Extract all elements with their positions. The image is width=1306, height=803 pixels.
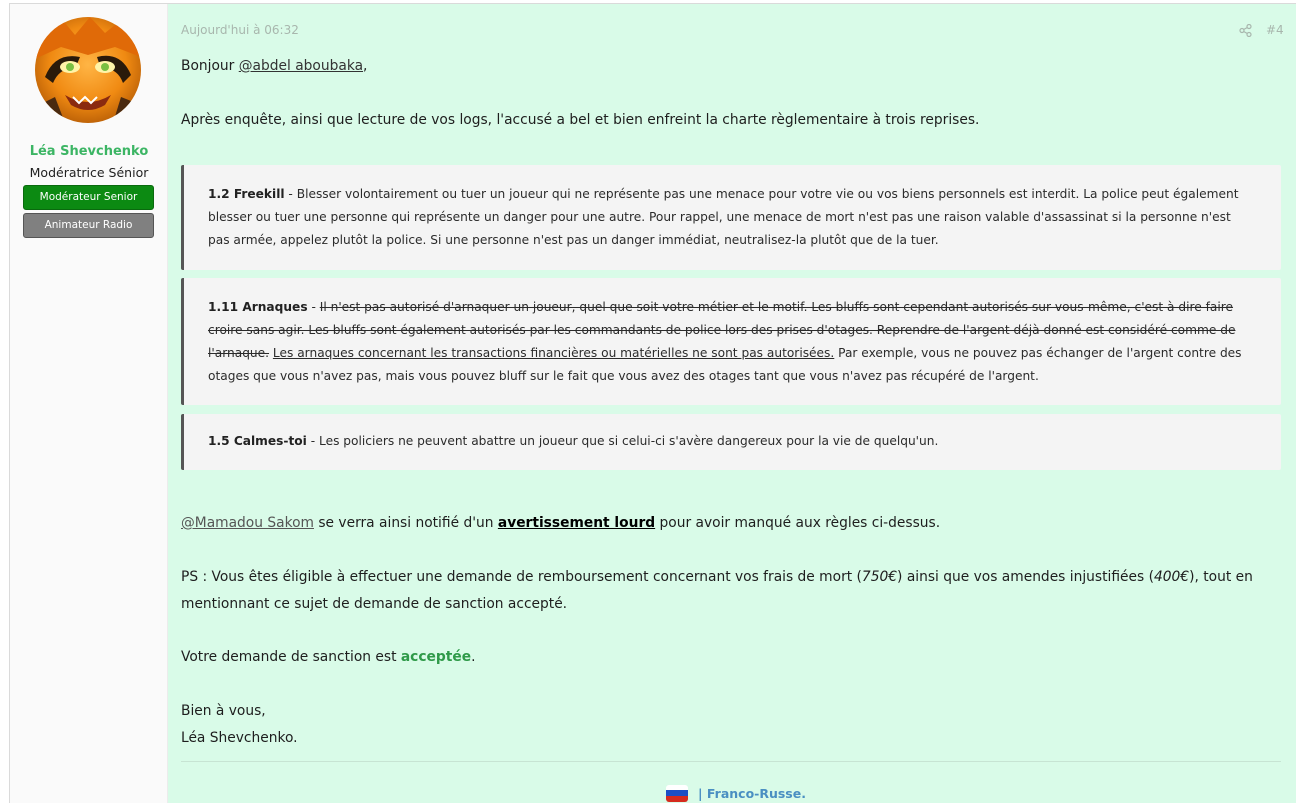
greeting-comma: , (363, 58, 368, 74)
rule-text: - Les policiers ne peuvent abattre un jo… (306, 434, 939, 448)
russia-flag-icon (666, 784, 688, 802)
greeting-text: Bonjour (181, 58, 239, 74)
intro-text: Après enquête, ainsi que lecture de vos … (181, 112, 980, 128)
decision-period: . (471, 649, 476, 665)
closing: Bien à vous, Léa Shevchenko. (181, 698, 1281, 752)
rule-quote-freekill: 1.2 Freekill - Blesser volontairement ou… (181, 165, 1281, 270)
rule-text: - Blesser volontairement ou tuer un joue… (208, 187, 1239, 247)
post-intro: Bonjour @abdel aboubaka, Après enquête, … (181, 53, 1281, 134)
greeting-line: Bonjour @abdel aboubaka, (181, 53, 1281, 80)
rule-quote-arnaques: 1.11 Arnaques - Il n'est pas autorisé d'… (181, 278, 1281, 405)
mention-abdel[interactable]: @abdel aboubaka (239, 58, 363, 74)
user-column: Léa Shevchenko Modératrice Sénior Modéra… (10, 4, 168, 803)
closing-line: Bien à vous, (181, 703, 266, 719)
badge-animateur-radio: Animateur Radio (23, 213, 154, 238)
avatar-image (35, 17, 141, 123)
ps-paragraph: PS : Vous êtes éligible à effectuer une … (181, 564, 1281, 618)
post-number[interactable]: #4 (1266, 23, 1284, 37)
avatar[interactable] (35, 17, 141, 123)
user-title: Modératrice Sénior (29, 165, 149, 180)
verdict-end: pour avoir manqué aux règles ci-dessus. (655, 515, 941, 531)
ps-text: PS : Vous êtes éligible à effectuer une … (181, 569, 862, 585)
verdict-text: se verra ainsi notifié d'un (313, 515, 498, 531)
rule-title: 1.11 Arnaques (208, 300, 308, 314)
post-container: Léa Shevchenko Modératrice Sénior Modéra… (9, 3, 1296, 803)
rule-dash: - (307, 300, 320, 314)
verdict-sanction: avertissement lourd (497, 515, 656, 531)
signature-divider (181, 761, 1281, 762)
rule-underlined-text: Les arnaques concernant les transactions… (272, 346, 835, 360)
ps-amount-fines: 400€ (1153, 569, 1190, 585)
share-icon[interactable] (1239, 24, 1252, 37)
closing-name: Léa Shevchenko. (181, 730, 298, 746)
signature-text: | Franco-Russe. (698, 785, 806, 801)
signature: | Franco-Russe. (666, 783, 806, 803)
decision-line: Votre demande de sanction est acceptée. (181, 644, 1281, 671)
rule-title: 1.2 Freekill (208, 187, 285, 201)
badge-moderateur-senior: Modérateur Senior (23, 185, 154, 210)
rule-quote-calmes-toi: 1.5 Calmes-toi - Les policiers ne peuven… (181, 414, 1281, 470)
message-cell: Aujourd'hui à 06:32 #4 Bonjour @abdel ab… (168, 4, 1296, 803)
decision-accepted: acceptée (400, 649, 472, 665)
ps-amount-death: 750€ (861, 569, 898, 585)
post-date[interactable]: Aujourd'hui à 06:32 (181, 23, 299, 37)
username[interactable]: Léa Shevchenko (10, 144, 168, 159)
ps-text: ) ainsi que vos amendes injustifiées ( (897, 569, 1154, 585)
mention-mamadou[interactable]: @Mamadou Sakom (181, 515, 314, 531)
rule-title: 1.5 Calmes-toi (208, 434, 307, 448)
verdict-line: @Mamadou Sakom se verra ainsi notifié d'… (181, 510, 1281, 537)
decision-text: Votre demande de sanction est (181, 649, 401, 665)
